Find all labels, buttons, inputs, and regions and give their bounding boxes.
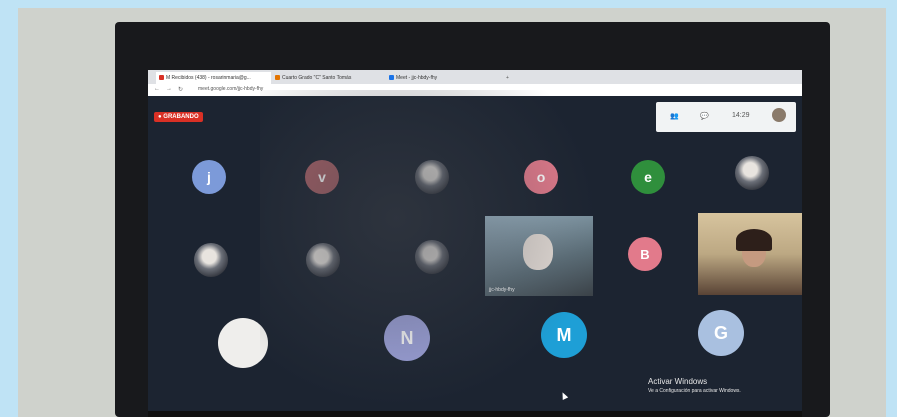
gmail-icon: [159, 75, 164, 81]
participant-avatar[interactable]: e: [631, 160, 665, 194]
tab-label: Meet - jjc-hbdy-fhy: [396, 75, 438, 81]
video-name-label: jjc-hbdy-fhy: [489, 287, 515, 293]
meet-icon: [389, 75, 394, 81]
participant-photo[interactable]: [194, 243, 228, 277]
classroom-icon: [275, 75, 280, 81]
tab-meet[interactable]: Meet - jjc-hbdy-fhy: [386, 72, 499, 84]
participant-photo[interactable]: [415, 240, 449, 274]
participant-photo[interactable]: [306, 243, 340, 277]
participant-video[interactable]: [698, 213, 802, 295]
participant-hair: [736, 229, 772, 251]
participant-initial: v: [318, 169, 326, 185]
meet-screen: M Recibidos (438) - rosarinmaria@g... Cu…: [148, 70, 802, 417]
participant-initial: B: [640, 246, 650, 262]
participant-photo[interactable]: [735, 156, 769, 190]
participant-video[interactable]: jjc-hbdy-fhy: [485, 216, 593, 296]
chat-icon[interactable]: 💬: [700, 112, 709, 120]
participant-initial: e: [644, 169, 652, 185]
participant-face: [523, 234, 553, 270]
participant-avatar[interactable]: B: [628, 237, 662, 271]
reload-icon[interactable]: ↻: [178, 86, 183, 93]
browser-tab-bar: M Recibidos (438) - rosarinmaria@g... Cu…: [148, 70, 802, 84]
participant-photo[interactable]: [218, 318, 268, 368]
address-bar: ← → ↻ meet.google.com/jjc-hbdy-fhy: [148, 84, 802, 96]
participant-avatar[interactable]: j: [192, 160, 226, 194]
meeting-info-bar: 👥 💬 14:29: [656, 102, 796, 132]
participant-avatar[interactable]: o: [524, 160, 558, 194]
participant-initial: G: [713, 322, 728, 343]
participant-photo[interactable]: [415, 160, 449, 194]
windows-watermark-subtitle: Ve a Configuración para activar Windows.: [648, 388, 741, 394]
forward-icon[interactable]: →: [166, 86, 172, 92]
new-tab-button[interactable]: +: [503, 72, 514, 84]
tab-label: M Recibidos (438) - rosarinmaria@g...: [166, 75, 251, 81]
taskbar: [148, 411, 802, 417]
avatar[interactable]: [772, 108, 786, 122]
participant-initial: N: [400, 327, 414, 348]
people-icon[interactable]: 👥: [670, 112, 679, 120]
recording-badge: ● GRABANDO: [154, 112, 203, 122]
mouse-cursor-icon: [559, 391, 569, 400]
participant-initial: M: [556, 324, 572, 345]
meeting-time: 14:29: [732, 112, 750, 119]
participant-avatar[interactable]: v: [305, 160, 339, 194]
recording-label: GRABANDO: [163, 114, 199, 120]
back-icon[interactable]: ←: [154, 86, 160, 92]
participant-initial: o: [536, 169, 546, 185]
participant-initial: j: [207, 169, 211, 185]
windows-watermark-title: Activar Windows: [648, 377, 708, 386]
participant-avatar[interactable]: N: [384, 315, 430, 361]
participant-avatar[interactable]: M: [541, 312, 587, 358]
tab-classroom[interactable]: Cuarto Grado "C" Santo Tomás: [272, 72, 385, 84]
url-field[interactable]: meet.google.com/jjc-hbdy-fhy: [198, 86, 263, 92]
tab-gmail[interactable]: M Recibidos (438) - rosarinmaria@g...: [156, 72, 271, 84]
tab-label: Cuarto Grado "C" Santo Tomás: [282, 75, 352, 81]
participant-avatar[interactable]: G: [698, 310, 744, 356]
